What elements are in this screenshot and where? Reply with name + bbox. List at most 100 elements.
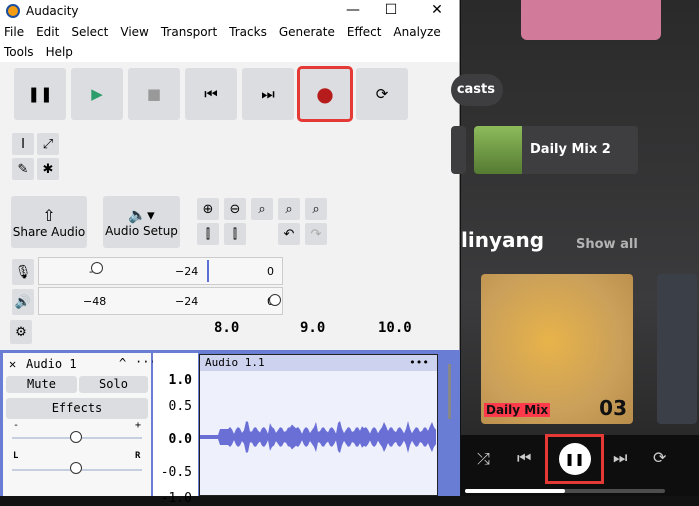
play-button[interactable]: ▶ bbox=[71, 68, 123, 120]
playback-meter[interactable]: −48 −24 0 bbox=[38, 287, 283, 315]
pause-icon[interactable]: ❚❚ bbox=[558, 443, 591, 475]
record-button[interactable]: ● bbox=[297, 66, 353, 122]
zoom-toggle-icon[interactable]: ⌕ bbox=[305, 198, 327, 220]
menu-effect[interactable]: Effect bbox=[347, 25, 382, 39]
track-name[interactable]: Audio 1 bbox=[26, 357, 77, 371]
redo-icon[interactable]: ↷ bbox=[305, 223, 327, 245]
record-level-slider[interactable] bbox=[91, 262, 103, 274]
share-icon: ⇧ bbox=[42, 205, 56, 225]
meter-tick: −48 bbox=[83, 295, 107, 308]
progress-fill bbox=[465, 489, 565, 493]
undo-icon[interactable]: ↶ bbox=[278, 223, 300, 245]
daily-mix-3-cover[interactable]: Daily Mix 03 bbox=[481, 274, 633, 424]
menu-select[interactable]: Select bbox=[71, 25, 108, 39]
share-audio-label: Share Audio bbox=[12, 224, 86, 239]
record-meter[interactable]: - −24 0 bbox=[38, 257, 283, 285]
gain-min-label: - bbox=[13, 420, 20, 431]
daily-mix-3-number: 03 bbox=[599, 396, 627, 420]
track-control-panel: ✕ Audio 1 ^ ··· Mute Solo Effects - + L … bbox=[3, 353, 157, 496]
window-title: Audacity bbox=[26, 4, 79, 18]
title-bar: Audacity — ☐ ✕ bbox=[0, 0, 459, 22]
audio-setup-label: Audio Setup bbox=[105, 224, 178, 238]
pan-slider-thumb[interactable] bbox=[70, 462, 82, 474]
pan-right-label: R bbox=[135, 451, 141, 461]
menu-tools[interactable]: Tools bbox=[4, 45, 34, 59]
clip-name: Audio 1.1 bbox=[205, 356, 265, 369]
player-bar: ⤮ ⏮ ❚❚ ⏭ ⟳ bbox=[461, 434, 699, 496]
selection-tool[interactable]: I bbox=[12, 133, 34, 155]
next-icon[interactable]: ⏭ bbox=[613, 448, 627, 468]
speaker-icon[interactable]: 🔊 bbox=[12, 289, 34, 315]
silence-icon[interactable]: ⫿ bbox=[224, 223, 246, 245]
waveform bbox=[200, 421, 436, 453]
card-partial[interactable] bbox=[451, 126, 466, 174]
meter-tick: −24 bbox=[175, 265, 199, 278]
filter-chip-podcasts[interactable]: casts bbox=[451, 74, 503, 106]
clip-menu-icon[interactable]: ••• bbox=[409, 355, 429, 371]
daily-mix-2-card[interactable]: Daily Mix 2 bbox=[474, 126, 638, 174]
audio-setup-button[interactable]: 🔈▾ Audio Setup bbox=[103, 196, 180, 248]
pause-button[interactable]: ❚❚ bbox=[14, 68, 66, 120]
audacity-logo-icon bbox=[6, 4, 20, 18]
microphone-icon[interactable]: 🎙 bbox=[12, 259, 34, 285]
audio-clip[interactable]: Audio 1.1 ••• bbox=[199, 354, 438, 496]
pan-left-label: L bbox=[13, 451, 19, 461]
menu-generate[interactable]: Generate bbox=[279, 25, 335, 39]
effects-button[interactable]: Effects bbox=[6, 398, 148, 419]
clip-header[interactable]: Audio 1.1 ••• bbox=[200, 355, 437, 371]
mute-button[interactable]: Mute bbox=[6, 376, 77, 393]
gain-slider-thumb[interactable] bbox=[70, 431, 82, 443]
menu-analyze[interactable]: Analyze bbox=[393, 25, 440, 39]
audio-track: ✕ Audio 1 ^ ··· Mute Solo Effects - + L … bbox=[0, 350, 460, 506]
loop-button[interactable]: ⟳ bbox=[356, 68, 408, 120]
next-card-partial[interactable] bbox=[657, 274, 697, 424]
vertical-scrollbar[interactable] bbox=[448, 364, 451, 419]
shuffle-icon[interactable]: ⤮ bbox=[477, 449, 490, 469]
scale-label: -1.0 bbox=[160, 491, 192, 506]
timeline-label: 9.0 bbox=[300, 320, 326, 336]
zoom-in-icon[interactable]: ⊕ bbox=[197, 198, 219, 220]
minimize-button[interactable]: — bbox=[333, 0, 373, 20]
zoom-out-icon[interactable]: ⊖ bbox=[224, 198, 246, 220]
fit-selection-icon[interactable]: ⌕ bbox=[251, 198, 273, 220]
section-title: linyang bbox=[461, 228, 545, 252]
share-audio-button[interactable]: ⇧ Share Audio bbox=[11, 196, 87, 248]
maximize-button[interactable]: ☐ bbox=[371, 0, 411, 20]
menu-transport[interactable]: Transport bbox=[161, 25, 217, 39]
multi-tool[interactable]: ✱ bbox=[37, 158, 59, 180]
draw-tool[interactable]: ✎ bbox=[12, 158, 34, 180]
stop-button[interactable]: ■ bbox=[128, 68, 180, 120]
envelope-tool[interactable]: ⤢ bbox=[37, 133, 59, 155]
play-pause-button-highlight[interactable]: ❚❚ bbox=[545, 434, 604, 484]
spotify-window: casts Daily Mix 2 linyang Show all Daily… bbox=[451, 0, 699, 496]
audacity-window: Audacity — ☐ ✕ File Edit Select View Tra… bbox=[0, 0, 460, 506]
peak-marker bbox=[207, 260, 209, 282]
menu-bar: File Edit Select View Transport Tracks G… bbox=[0, 22, 459, 42]
menu-help[interactable]: Help bbox=[46, 45, 73, 59]
scale-label: 0.5 bbox=[168, 399, 192, 414]
collapse-icon[interactable]: ^ bbox=[119, 356, 126, 370]
playback-level-slider[interactable] bbox=[269, 294, 281, 306]
menu-edit[interactable]: Edit bbox=[36, 25, 59, 39]
daily-mix-2-cover bbox=[474, 126, 522, 174]
show-all-link[interactable]: Show all bbox=[576, 237, 638, 252]
progress-bar[interactable] bbox=[465, 489, 665, 493]
solo-button[interactable]: Solo bbox=[79, 376, 148, 393]
banner-image bbox=[521, 0, 661, 40]
trim-icon[interactable]: ⫿ bbox=[197, 223, 219, 245]
skip-to-start-button[interactable]: ⏮ bbox=[185, 68, 237, 120]
repeat-icon[interactable]: ⟳ bbox=[653, 448, 666, 467]
menu-tracks[interactable]: Tracks bbox=[229, 25, 267, 39]
fit-project-icon[interactable]: ⌕ bbox=[278, 198, 300, 220]
previous-icon[interactable]: ⏮ bbox=[517, 448, 531, 468]
skip-to-end-button[interactable]: ⏭ bbox=[242, 68, 294, 120]
menu-view[interactable]: View bbox=[120, 25, 148, 39]
close-track-icon[interactable]: ✕ bbox=[9, 357, 16, 371]
meter-tick: 0 bbox=[267, 265, 274, 278]
gain-max-label: + bbox=[135, 420, 142, 431]
menu-bar-row2: Tools Help bbox=[0, 42, 459, 62]
scale-label: 1.0 bbox=[168, 373, 192, 388]
menu-file[interactable]: File bbox=[4, 25, 24, 39]
settings-gear-icon[interactable]: ⚙ bbox=[10, 320, 32, 344]
close-button[interactable]: ✕ bbox=[417, 0, 457, 20]
